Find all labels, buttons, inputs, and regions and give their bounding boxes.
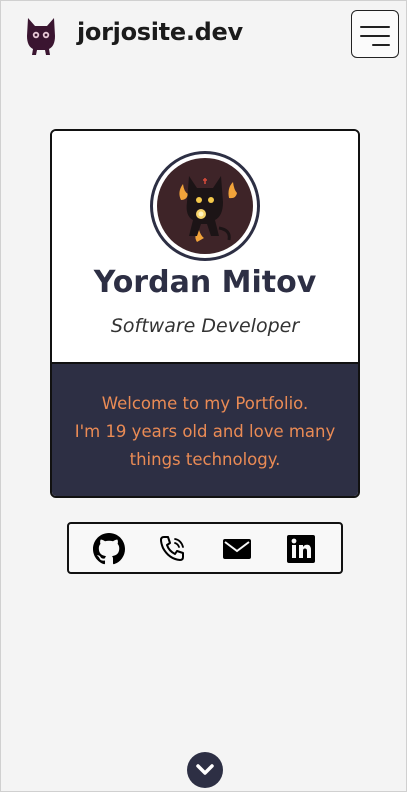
welcome-line-2: I'm 19 years old and love many things te… xyxy=(74,422,336,469)
welcome-line-1: Welcome to my Portfolio. xyxy=(101,394,309,413)
email-icon[interactable] xyxy=(221,533,253,565)
menu-button[interactable] xyxy=(351,10,399,58)
cat-logo-icon[interactable] xyxy=(25,16,57,56)
profile-role: Software Developer xyxy=(110,315,300,337)
site-title[interactable]: jorjosite.dev xyxy=(77,18,243,46)
demon-cat-avatar-icon xyxy=(157,158,253,254)
profile-card: Yordan Mitov Software Developer Welcome … xyxy=(50,129,360,498)
profile-name: Yordan Mitov xyxy=(93,265,317,300)
chevron-down-icon xyxy=(196,764,214,775)
welcome-section: Welcome to my Portfolio. I'm 19 years ol… xyxy=(52,364,358,496)
hamburger-line xyxy=(372,44,390,46)
avatar xyxy=(150,151,260,261)
hamburger-menu-icon xyxy=(360,26,390,28)
phone-icon[interactable] xyxy=(157,533,189,565)
profile-card-header: Yordan Mitov Software Developer xyxy=(52,131,358,364)
scroll-down-button[interactable] xyxy=(187,752,223,788)
site-header: jorjosite.dev xyxy=(1,1,407,69)
social-links-bar xyxy=(67,522,343,574)
welcome-text: Welcome to my Portfolio. I'm 19 years ol… xyxy=(72,390,338,474)
github-icon[interactable] xyxy=(93,533,125,565)
hamburger-line xyxy=(360,35,390,37)
linkedin-icon[interactable] xyxy=(285,533,317,565)
